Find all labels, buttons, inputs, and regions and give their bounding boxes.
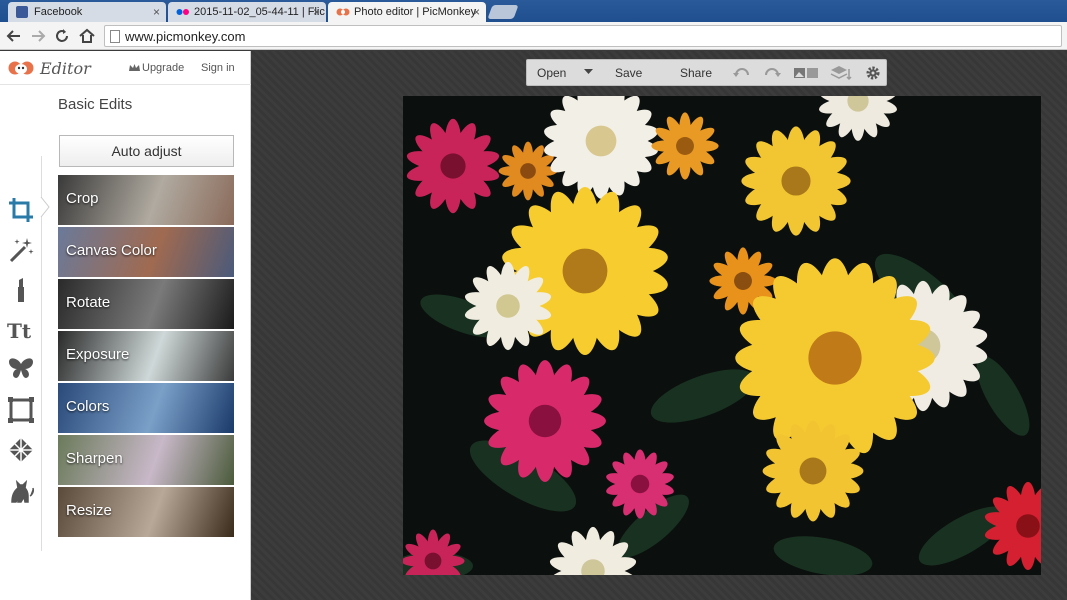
edit-label: Rotate bbox=[66, 294, 111, 311]
home-icon bbox=[79, 28, 95, 43]
edit-item-resize[interactable]: Resize bbox=[58, 487, 234, 537]
url-text: www.picmonkey.com bbox=[125, 29, 246, 44]
upgrade-label: Upgrade bbox=[142, 62, 185, 74]
forward-button[interactable] bbox=[28, 26, 48, 46]
undo-icon[interactable] bbox=[733, 65, 751, 81]
flower-photo-image bbox=[403, 96, 1041, 575]
lipstick-icon[interactable] bbox=[6, 275, 36, 305]
crown-icon bbox=[129, 64, 140, 71]
edit-label: Canvas Color bbox=[66, 242, 157, 259]
image-compare-icon[interactable] bbox=[793, 65, 819, 81]
cat-icon[interactable] bbox=[6, 475, 36, 505]
tab-title: Photo editor | PicMonkey bbox=[354, 6, 477, 18]
upgrade-link[interactable]: Upgrade bbox=[129, 62, 184, 74]
reload-button[interactable] bbox=[52, 26, 72, 46]
texture-icon[interactable] bbox=[6, 435, 36, 465]
save-button[interactable]: Save bbox=[615, 66, 642, 80]
forward-arrow-icon bbox=[32, 30, 46, 42]
edit-item-sharpen[interactable]: Sharpen bbox=[58, 435, 234, 485]
edit-item-crop[interactable]: Crop bbox=[58, 175, 234, 225]
redo-icon[interactable] bbox=[763, 65, 781, 81]
tab-title: 2015-11-02_05-44-11 | Flic bbox=[194, 6, 325, 18]
svg-text:Tt: Tt bbox=[7, 319, 32, 343]
home-button[interactable] bbox=[77, 26, 97, 46]
facebook-icon bbox=[16, 6, 28, 18]
auto-adjust-button[interactable]: Auto adjust bbox=[59, 135, 234, 167]
picmonkey-logo-icon bbox=[8, 61, 34, 75]
close-tab-icon[interactable]: × bbox=[473, 5, 480, 19]
edit-label: Sharpen bbox=[66, 450, 123, 467]
tab-flickr[interactable]: 2015-11-02_05-44-11 | Flic × bbox=[168, 2, 326, 22]
tab-picmonkey[interactable]: Photo editor | PicMonkey × bbox=[328, 2, 486, 22]
edit-label: Exposure bbox=[66, 346, 130, 363]
sign-in-link[interactable]: Sign in bbox=[201, 62, 235, 74]
edit-item-exposure[interactable]: Exposure bbox=[58, 331, 234, 381]
picmonkey-icon bbox=[336, 6, 350, 18]
open-button[interactable]: Open bbox=[537, 66, 594, 80]
new-tab-button[interactable] bbox=[487, 5, 519, 19]
tool-tabs: Tt bbox=[0, 191, 42, 511]
browser-tab-bar: Facebook × 2015-11-02_05-44-11 | Flic × … bbox=[0, 0, 1067, 22]
layers-icon[interactable] bbox=[830, 65, 852, 81]
photo-canvas[interactable] bbox=[403, 96, 1041, 575]
gear-icon[interactable] bbox=[864, 65, 882, 81]
back-button[interactable] bbox=[4, 26, 24, 46]
canvas-workspace: Open Save Share bbox=[251, 51, 1067, 600]
crop-tool-icon[interactable] bbox=[6, 195, 36, 225]
flickr-icon bbox=[176, 6, 189, 18]
edit-item-canvas-color[interactable]: Canvas Color bbox=[58, 227, 234, 277]
edit-item-colors[interactable]: Colors bbox=[58, 383, 234, 433]
reload-icon bbox=[56, 29, 68, 42]
magic-wand-icon[interactable] bbox=[6, 235, 36, 265]
tab-facebook[interactable]: Facebook × bbox=[8, 2, 166, 22]
editor-top-toolbar: Open Save Share bbox=[526, 59, 887, 86]
close-tab-icon[interactable]: × bbox=[153, 5, 160, 19]
open-label: Open bbox=[537, 66, 567, 80]
chevron-down-icon bbox=[583, 69, 593, 74]
editor-logo-text: Editor bbox=[40, 59, 91, 78]
butterfly-icon[interactable] bbox=[6, 355, 36, 385]
address-bar[interactable]: www.picmonkey.com bbox=[104, 25, 1062, 47]
back-arrow-icon bbox=[6, 30, 20, 42]
share-button[interactable]: Share bbox=[680, 66, 712, 80]
editor-header: Editor Upgrade Sign in bbox=[0, 51, 251, 85]
section-title: Basic Edits bbox=[58, 96, 133, 113]
page-icon bbox=[110, 30, 120, 43]
edit-label: Resize bbox=[66, 502, 112, 519]
frame-icon[interactable] bbox=[6, 395, 36, 425]
edit-label: Crop bbox=[66, 190, 99, 207]
browser-toolbar: www.picmonkey.com bbox=[0, 22, 1067, 50]
close-tab-icon[interactable]: × bbox=[313, 5, 320, 19]
edit-label: Colors bbox=[66, 398, 110, 415]
text-icon[interactable]: Tt bbox=[6, 315, 36, 345]
tab-title: Facebook bbox=[34, 6, 83, 18]
edit-item-rotate[interactable]: Rotate bbox=[58, 279, 234, 329]
editor-sidebar: Editor Upgrade Sign in Basic Edits Auto … bbox=[0, 51, 251, 600]
